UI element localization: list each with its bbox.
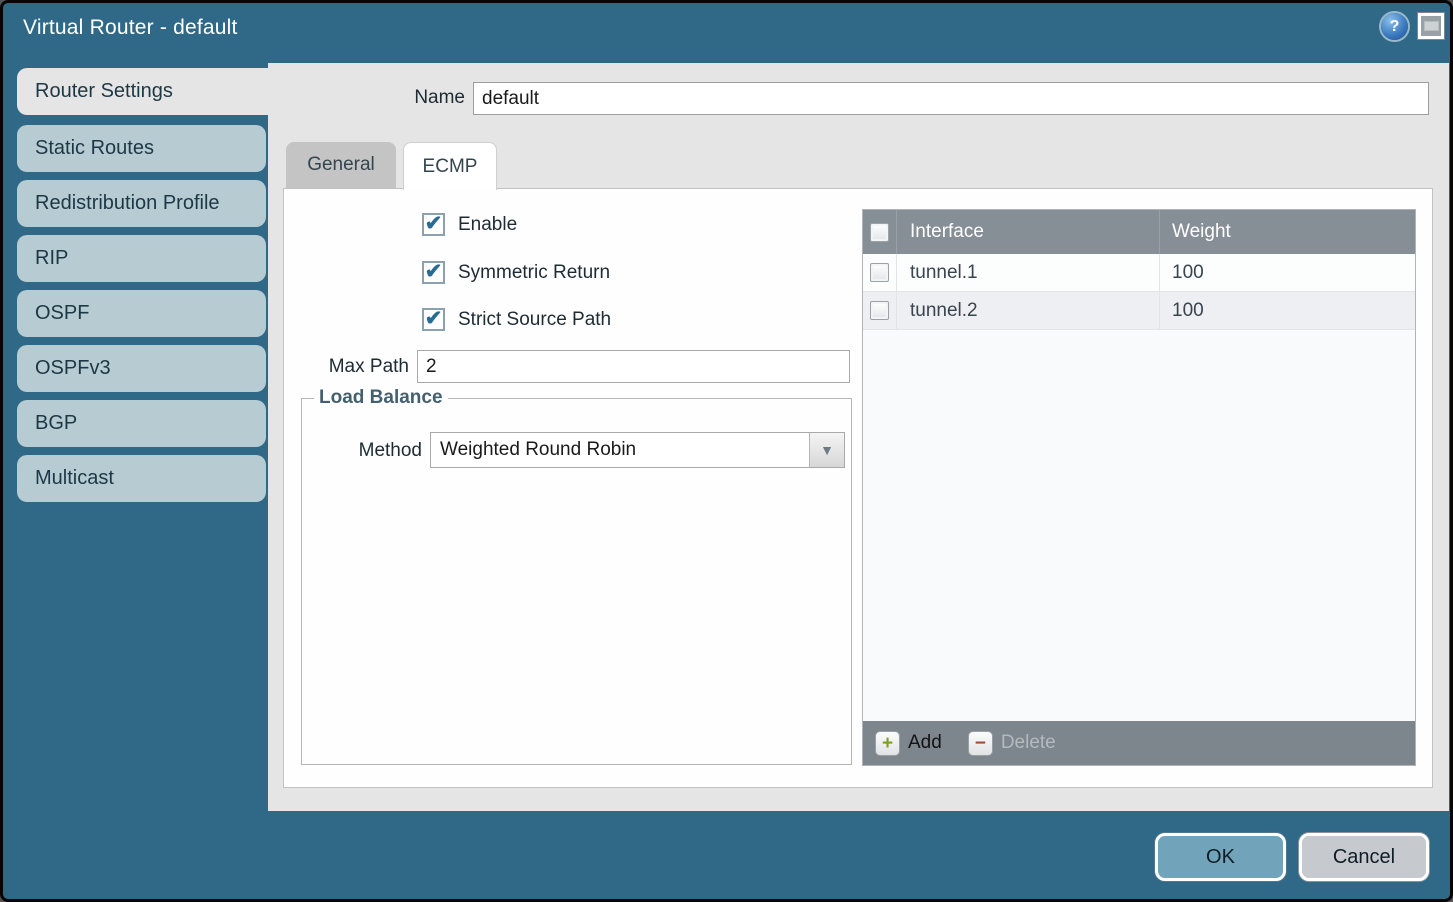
table-row[interactable]: tunnel.2 100 [863, 292, 1415, 330]
add-button[interactable]: + Add [875, 731, 942, 756]
symmetric-return-checkbox[interactable]: ✔ [422, 261, 445, 284]
row-checkbox[interactable] [870, 263, 889, 282]
table-header-row: Interface Weight [863, 210, 1415, 254]
row-checkbox-cell [863, 292, 897, 329]
load-balance-legend: Load Balance [314, 387, 448, 409]
method-dropdown-value: Weighted Round Robin [431, 439, 809, 461]
sidebar-item-label: Static Routes [35, 137, 154, 160]
table-row[interactable]: tunnel.1 100 [863, 254, 1415, 292]
window-restore-icon-inner [1424, 21, 1439, 31]
sidebar-item-label: RIP [35, 247, 68, 270]
sidebar-item-rip[interactable]: RIP [17, 235, 266, 282]
delete-button-label: Delete [1001, 732, 1056, 754]
load-balance-group: Load Balance Method Weighted Round Robin… [301, 398, 852, 765]
chevron-down-glyph: ▼ [820, 442, 834, 458]
strict-source-path-label: Strict Source Path [458, 309, 611, 331]
dialog-title: Virtual Router - default [23, 16, 238, 40]
strict-source-path-checkbox[interactable]: ✔ [422, 308, 445, 331]
sidebar-item-bgp[interactable]: BGP [17, 400, 266, 447]
interface-column-header: Interface [897, 210, 1160, 254]
sidebar-item-ospfv3[interactable]: OSPFv3 [17, 345, 266, 392]
checkmark-icon: ✔ [425, 213, 443, 234]
sidebar-item-redistribution-profile[interactable]: Redistribution Profile [17, 180, 266, 227]
ok-button-label: OK [1206, 846, 1235, 869]
interface-cell: tunnel.2 [897, 292, 1160, 329]
symmetric-return-checkbox-row: ✔ Symmetric Return [422, 261, 610, 284]
cancel-button-label: Cancel [1333, 846, 1395, 869]
enable-label: Enable [458, 214, 517, 236]
weight-column-header: Weight [1160, 210, 1415, 254]
delete-icon: − [968, 731, 993, 756]
sidebar-item-static-routes[interactable]: Static Routes [17, 125, 266, 172]
method-dropdown[interactable]: Weighted Round Robin ▼ [430, 432, 845, 468]
max-path-input[interactable] [417, 350, 850, 383]
checkmark-icon: ✔ [425, 308, 443, 329]
name-input[interactable] [473, 82, 1429, 115]
virtual-router-dialog: Virtual Router - default ? Router Settin… [0, 0, 1453, 902]
cancel-button[interactable]: Cancel [1299, 833, 1429, 881]
weight-cell: 100 [1160, 292, 1415, 329]
max-path-label: Max Path [304, 356, 409, 378]
sidebar-item-label: Multicast [35, 467, 114, 490]
chevron-down-icon[interactable]: ▼ [809, 433, 844, 467]
interface-cell: tunnel.1 [897, 254, 1160, 291]
select-all-checkbox[interactable] [870, 223, 889, 242]
tab-label: ECMP [423, 156, 478, 178]
delete-button[interactable]: − Delete [968, 731, 1056, 756]
ecmp-tab-content: ✔ Enable ✔ Symmetric Return ✔ Strict Sou… [283, 188, 1433, 788]
enable-checkbox[interactable]: ✔ [422, 213, 445, 236]
table-empty-area [863, 330, 1415, 721]
sidebar-item-ospf[interactable]: OSPF [17, 290, 266, 337]
help-icon-glyph: ? [1390, 18, 1400, 36]
sidebar-item-label: Redistribution Profile [35, 192, 220, 215]
ok-button[interactable]: OK [1155, 833, 1286, 881]
add-button-label: Add [908, 732, 942, 754]
main-panel: Name General ECMP ✔ Enable ✔ Symmetric R… [268, 63, 1449, 811]
tab-ecmp[interactable]: ECMP [403, 142, 497, 190]
weight-cell: 100 [1160, 254, 1415, 291]
table-toolbar: + Add − Delete [863, 721, 1415, 765]
method-label: Method [332, 440, 422, 462]
row-checkbox[interactable] [870, 301, 889, 320]
window-restore-icon[interactable] [1418, 13, 1444, 39]
add-icon: + [875, 731, 900, 756]
row-checkbox-cell [863, 254, 897, 291]
tab-label: General [307, 154, 375, 176]
name-label: Name [328, 87, 465, 109]
sidebar-item-label: Router Settings [35, 80, 173, 103]
strict-source-path-checkbox-row: ✔ Strict Source Path [422, 308, 611, 331]
sidebar-item-multicast[interactable]: Multicast [17, 455, 266, 502]
symmetric-return-label: Symmetric Return [458, 262, 610, 284]
interface-table: Interface Weight tunnel.1 100 tunnel.2 1… [862, 209, 1416, 766]
tab-general[interactable]: General [286, 142, 396, 188]
help-icon[interactable]: ? [1381, 13, 1408, 40]
sidebar-item-label: OSPF [35, 302, 89, 325]
sidebar-item-router-settings[interactable]: Router Settings [17, 68, 268, 115]
enable-checkbox-row: ✔ Enable [422, 213, 517, 236]
checkmark-icon: ✔ [425, 261, 443, 282]
sidebar-item-label: OSPFv3 [35, 357, 111, 380]
header-checkbox-cell [863, 210, 897, 254]
sidebar-item-label: BGP [35, 412, 77, 435]
